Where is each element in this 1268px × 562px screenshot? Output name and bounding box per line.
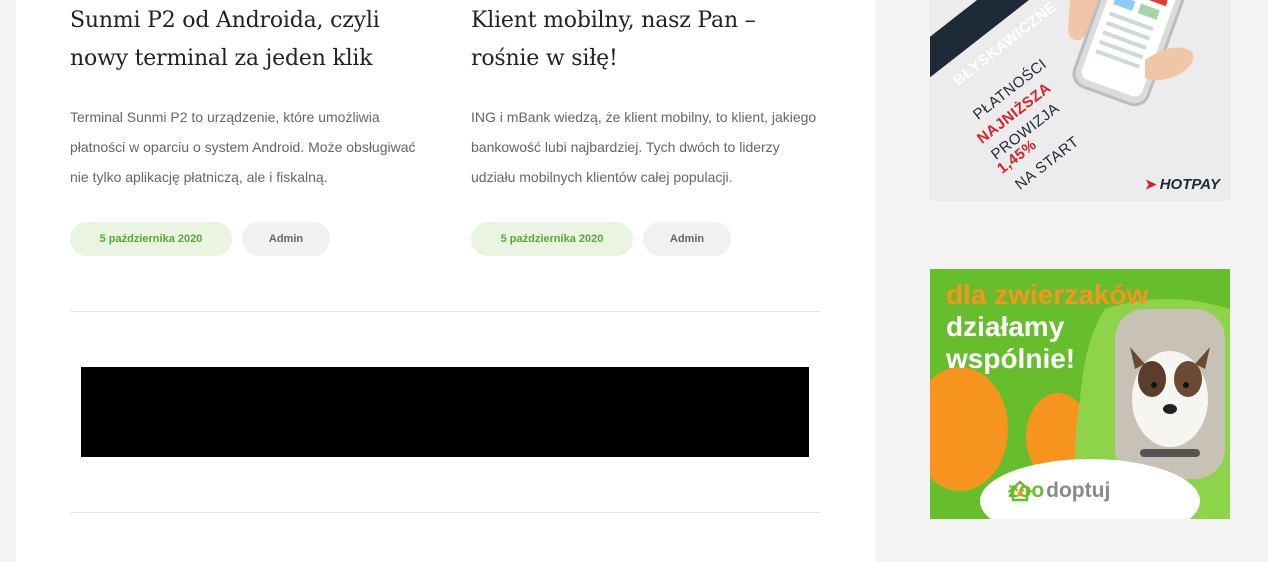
zoodoptuj-ad-headline: dla zwierzaków (946, 279, 1149, 310)
post-date-badge[interactable]: 5 października 2020 (70, 222, 232, 256)
post-title-link[interactable]: Sunmi P2 od Androida, czyli nowy termina… (70, 0, 422, 78)
zoodoptuj-ad-headline: wspólnie! (946, 343, 1076, 374)
post-card: Sunmi P2 od Androida, czyli nowy termina… (70, 0, 422, 256)
banner-placeholder[interactable] (81, 367, 809, 457)
zoodoptuj-ad-headline: działamy (946, 311, 1065, 342)
post-meta: 5 października 2020 Admin (70, 222, 330, 256)
zoodoptuj-ad-banner[interactable]: dla zwierzaków działamy wspólnie! zoo dop… (930, 269, 1230, 519)
post-card: Klient mobilny, nasz Pan – rośnie w siłę… (471, 0, 823, 256)
hotpay-logo: ➤ HOTPAY (1145, 176, 1220, 193)
paw-house-icon (1008, 480, 1032, 502)
post-date-badge[interactable]: 5 października 2020 (471, 222, 633, 256)
post-excerpt: Terminal Sunmi P2 to urządzenie, które u… (70, 109, 416, 185)
section-divider (70, 512, 820, 513)
arrow-logo-icon: ➤ (1144, 176, 1157, 192)
post-author-badge[interactable]: Admin (242, 222, 330, 256)
post-author-badge[interactable]: Admin (643, 222, 731, 256)
hotpay-ad-banner[interactable]: BŁYSKAWICZNE PŁATNOŚCI NAJNIŻSZA PROWIZJ… (930, 0, 1230, 201)
post-meta: 5 października 2020 Admin (471, 222, 731, 256)
zoodoptuj-logo-part2: doptuj (1046, 479, 1111, 502)
main-content: Sunmi P2 od Androida, czyli nowy termina… (16, 0, 875, 562)
section-divider (70, 311, 820, 312)
post-title-link[interactable]: Klient mobilny, nasz Pan – rośnie w siłę… (471, 0, 823, 78)
hotpay-logo-text: HOTPAY (1159, 176, 1220, 193)
post-excerpt: ING i mBank wiedzą, że klient mobilny, t… (471, 109, 817, 185)
zoodoptuj-logo: zoo doptuj (1008, 479, 1110, 503)
